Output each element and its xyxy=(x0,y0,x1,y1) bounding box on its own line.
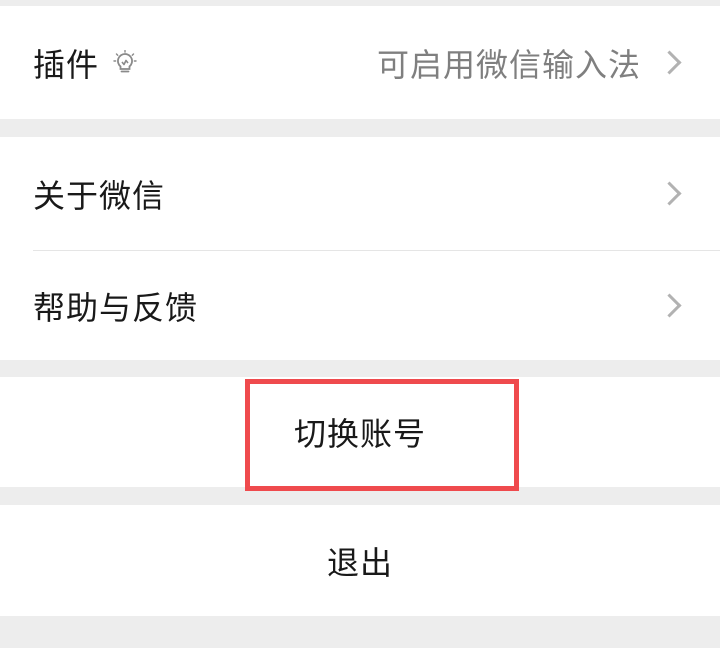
logout-button[interactable]: 退出 xyxy=(0,505,720,616)
about-row[interactable]: 关于微信 xyxy=(0,137,720,250)
switch-account-button[interactable]: 切换账号 xyxy=(0,377,720,487)
lightbulb-icon xyxy=(113,49,137,76)
plugins-row[interactable]: 插件 可启用微信输入法 xyxy=(0,6,720,119)
switch-account-label: 切换账号 xyxy=(293,415,426,453)
help-feedback-label: 帮助与反馈 xyxy=(33,288,199,327)
logout-label: 退出 xyxy=(326,543,393,582)
plugins-value: 可启用微信输入法 xyxy=(376,45,641,84)
plugins-label: 插件 xyxy=(33,45,100,84)
about-label: 关于微信 xyxy=(33,176,166,215)
chevron-right-icon xyxy=(657,293,682,318)
chevron-right-icon xyxy=(657,50,682,75)
chevron-right-icon xyxy=(657,181,682,206)
help-feedback-row[interactable]: 帮助与反馈 xyxy=(0,251,720,360)
